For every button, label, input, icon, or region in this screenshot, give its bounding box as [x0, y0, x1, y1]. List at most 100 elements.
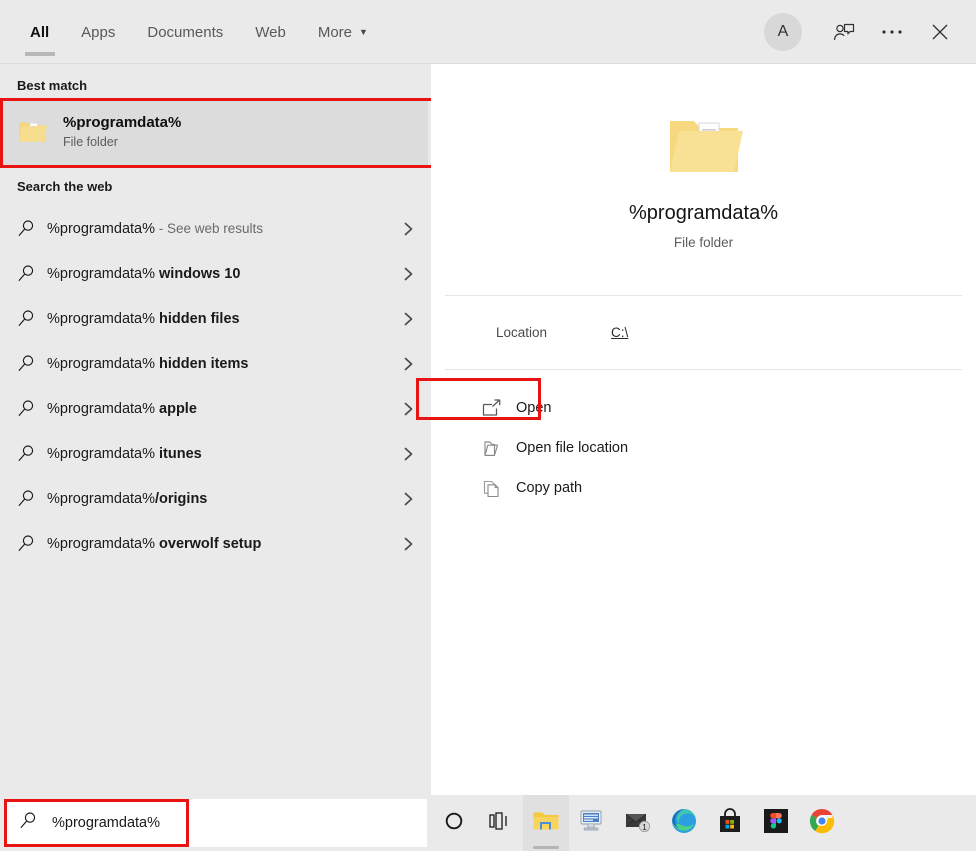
folder-icon	[665, 109, 743, 186]
web-results-list: %programdata% - See web results %program…	[0, 206, 431, 566]
location-label: Location	[496, 325, 611, 340]
taskbar-item-microsoft-edge[interactable]	[661, 795, 707, 851]
location-row: Location C:\	[445, 296, 962, 370]
close-icon[interactable]	[918, 10, 962, 54]
search-icon	[17, 489, 43, 508]
taskbar-active-indicator	[533, 846, 559, 849]
taskbar: 1	[431, 795, 976, 851]
tab-more-label: More	[318, 24, 352, 41]
chevron-right-icon	[402, 401, 415, 417]
folder-icon	[17, 117, 47, 150]
tab-all-label: All	[30, 24, 49, 41]
search-icon	[17, 444, 43, 463]
copy-path-button[interactable]: Copy path	[431, 468, 976, 508]
tab-more[interactable]: More ▼	[302, 0, 384, 64]
taskbar-item-cortana[interactable]	[431, 795, 477, 851]
list-item-label: %programdata% overwolf setup	[47, 536, 261, 552]
tab-apps-label: Apps	[81, 24, 115, 41]
chevron-right-icon	[402, 221, 415, 237]
search-icon	[17, 309, 43, 328]
ellipsis-icon[interactable]	[870, 10, 914, 54]
tab-all[interactable]: All	[14, 0, 65, 64]
list-item[interactable]: %programdata% - See web results	[0, 206, 431, 251]
taskbar-item-google-chrome[interactable]	[799, 795, 845, 851]
list-item[interactable]: %programdata%/origins	[0, 476, 431, 521]
taskbar-item-microsoft-store[interactable]	[707, 795, 753, 851]
taskbar-item-remote-desktop[interactable]	[569, 795, 615, 851]
results-pane: Best match %programdata% Fi	[0, 64, 431, 795]
location-link[interactable]: C:\	[611, 325, 628, 340]
tab-documents[interactable]: Documents	[131, 0, 239, 64]
copy-path-label: Copy path	[516, 480, 582, 496]
taskbar-item-task-view[interactable]	[477, 795, 523, 851]
list-item[interactable]: %programdata% hidden items	[0, 341, 431, 386]
chrome-icon	[809, 808, 835, 839]
search-icon	[17, 264, 43, 283]
best-match-container: %programdata% File folder	[3, 101, 428, 165]
list-item[interactable]: %programdata% windows 10	[0, 251, 431, 296]
taskbar-item-mail[interactable]: 1	[615, 795, 661, 851]
chevron-right-icon	[402, 536, 415, 552]
search-bar: %programdata%	[0, 795, 431, 851]
chevron-right-icon	[402, 356, 415, 372]
person-feedback-icon[interactable]	[822, 10, 866, 54]
search-icon	[17, 534, 43, 553]
list-item-label: %programdata%/origins	[47, 491, 207, 507]
preview-title: %programdata%	[629, 200, 778, 226]
search-flyout: All Apps Documents Web More ▼ A	[0, 0, 976, 851]
list-item-label: %programdata% itunes	[47, 446, 202, 462]
store-icon	[717, 808, 743, 839]
preview-subtitle: File folder	[674, 235, 733, 250]
action-list: Open Open file location	[431, 370, 976, 508]
list-item-label: %programdata% windows 10	[47, 266, 240, 282]
list-item[interactable]: %programdata% hidden files	[0, 296, 431, 341]
search-input[interactable]: %programdata%	[4, 799, 427, 847]
figma-icon	[763, 808, 789, 839]
best-match-texts: %programdata% File folder	[63, 114, 181, 152]
tab-apps[interactable]: Apps	[65, 0, 131, 64]
folder-outline-icon	[482, 439, 512, 458]
open-external-icon	[482, 399, 512, 417]
folder-icon	[532, 809, 560, 838]
list-item[interactable]: %programdata% overwolf setup	[0, 521, 431, 566]
circle-icon	[444, 811, 464, 836]
tab-web[interactable]: Web	[239, 0, 302, 64]
list-item-label: %programdata% apple	[47, 401, 197, 417]
list-item[interactable]: %programdata% itunes	[0, 431, 431, 476]
chevron-right-icon	[402, 491, 415, 507]
open-file-location-label: Open file location	[516, 440, 628, 456]
list-item[interactable]: %programdata% apple	[0, 386, 431, 431]
task-view-icon	[489, 812, 511, 835]
open-file-location-button[interactable]: Open file location	[431, 428, 976, 468]
best-match-heading: Best match	[0, 64, 431, 101]
taskbar-item-figma[interactable]	[753, 795, 799, 851]
best-match-title: %programdata%	[63, 114, 181, 133]
list-item-label: %programdata% hidden items	[47, 356, 248, 372]
search-icon	[17, 354, 43, 373]
search-header: All Apps Documents Web More ▼ A	[0, 0, 976, 64]
open-button[interactable]: Open	[431, 388, 976, 428]
header-actions: A	[764, 0, 976, 64]
search-icon	[19, 811, 38, 835]
chevron-right-icon	[402, 446, 415, 462]
list-item-label: %programdata% hidden files	[47, 311, 240, 327]
search-the-web-heading: Search the web	[0, 165, 431, 202]
filter-tabs: All Apps Documents Web More ▼	[0, 0, 384, 64]
list-item-label: %programdata% - See web results	[47, 221, 263, 237]
taskbar-item-file-explorer[interactable]	[523, 795, 569, 851]
mail-icon: 1	[624, 809, 652, 838]
avatar-letter: A	[778, 23, 789, 41]
preview-header: %programdata% File folder	[445, 64, 962, 296]
search-icon	[17, 219, 43, 238]
best-match-item[interactable]: %programdata% File folder	[3, 101, 428, 165]
monitor-icon	[579, 809, 605, 838]
edge-icon	[671, 808, 697, 839]
open-label: Open	[516, 400, 551, 416]
search-input-value: %programdata%	[52, 815, 160, 831]
search-icon	[17, 399, 43, 418]
tab-documents-label: Documents	[147, 24, 223, 41]
chevron-down-icon: ▼	[359, 28, 368, 37]
copy-document-icon	[482, 479, 512, 498]
avatar[interactable]: A	[764, 13, 802, 51]
chevron-right-icon	[402, 311, 415, 327]
